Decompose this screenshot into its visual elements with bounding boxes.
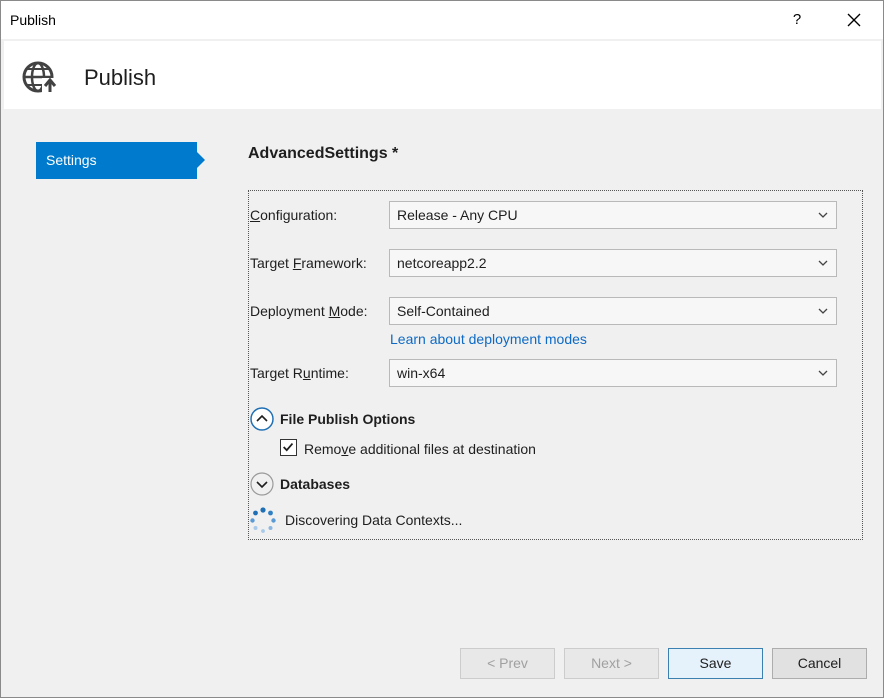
configuration-label: Configuration: bbox=[250, 207, 338, 223]
remove-files-label: Remove additional files at destination bbox=[304, 441, 536, 457]
target-framework-dropdown[interactable]: netcoreapp2.2 bbox=[389, 249, 837, 277]
databases-status: Discovering Data Contexts... bbox=[285, 512, 463, 528]
target-runtime-label: Target Runtime: bbox=[250, 365, 349, 381]
window-title: Publish bbox=[10, 12, 56, 28]
prev-button[interactable]: < Prev bbox=[460, 648, 555, 679]
help-button[interactable]: ? bbox=[784, 5, 810, 35]
databases-title: Databases bbox=[280, 476, 351, 492]
settings-title: AdvancedSettings * bbox=[248, 145, 399, 162]
target-runtime-dropdown[interactable]: win-x64 bbox=[389, 359, 837, 387]
nav-item-settings[interactable]: Settings bbox=[36, 142, 197, 179]
checkmark-icon bbox=[283, 442, 294, 452]
chevron-down-icon bbox=[818, 370, 828, 376]
remove-files-checkbox[interactable] bbox=[280, 439, 297, 456]
deployment-mode-value: Self-Contained bbox=[397, 303, 490, 319]
close-icon[interactable] bbox=[839, 5, 869, 35]
deployment-mode-label: Deployment Mode: bbox=[250, 303, 368, 319]
next-button[interactable]: Next > bbox=[564, 648, 659, 679]
header-title: Publish bbox=[84, 65, 157, 90]
deployment-modes-link[interactable]: Learn about deployment modes bbox=[390, 331, 587, 347]
chevron-down-icon bbox=[818, 260, 828, 266]
save-button[interactable]: Save bbox=[668, 648, 763, 679]
target-runtime-value: win-x64 bbox=[397, 365, 446, 381]
chevron-down-icon bbox=[818, 212, 828, 218]
chevron-down-icon bbox=[818, 308, 828, 314]
globe-publish-icon bbox=[22, 61, 58, 96]
title-bar: Publish ? bbox=[1, 1, 883, 39]
expand-databases-icon[interactable] bbox=[250, 472, 274, 496]
collapse-file-publish-icon[interactable] bbox=[250, 407, 274, 431]
configuration-dropdown[interactable]: Release - Any CPU bbox=[389, 201, 837, 229]
target-framework-label: Target Framework: bbox=[250, 255, 367, 271]
target-framework-value: netcoreapp2.2 bbox=[397, 255, 487, 271]
dialog-header: Publish bbox=[4, 41, 881, 109]
publish-dialog: Publish ? Publish Settings AdvancedSetti… bbox=[0, 0, 884, 698]
nav-selection-arrow bbox=[197, 152, 205, 168]
file-publish-options-title: File Publish Options bbox=[280, 411, 416, 427]
configuration-value: Release - Any CPU bbox=[397, 207, 518, 223]
loading-spinner-icon bbox=[250, 507, 276, 533]
cancel-button[interactable]: Cancel bbox=[772, 648, 867, 679]
deployment-mode-dropdown[interactable]: Self-Contained bbox=[389, 297, 837, 325]
nav-item-label: Settings bbox=[46, 152, 97, 168]
